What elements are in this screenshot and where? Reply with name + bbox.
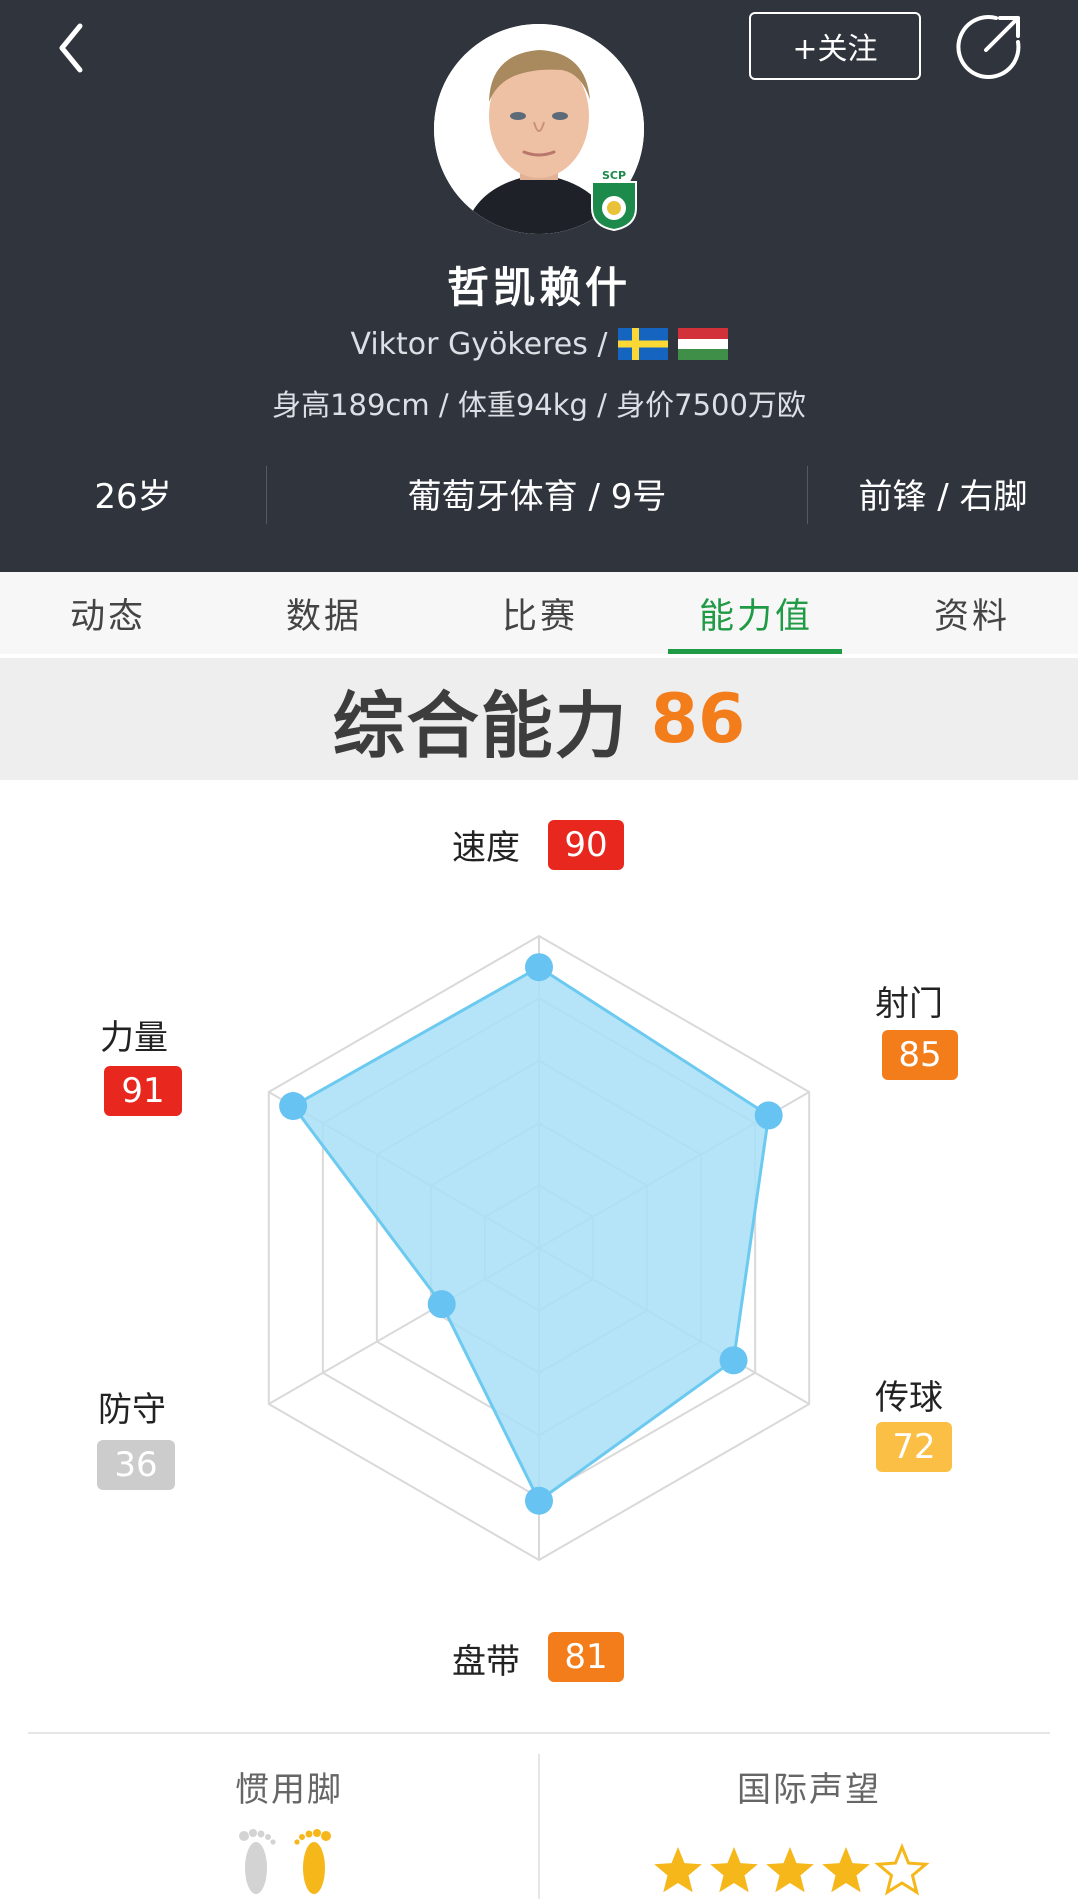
- player-stats-line: 身高189cm / 体重94kg / 身价7500万欧: [272, 388, 806, 422]
- radar-data-area: [290, 965, 771, 1503]
- attr-badge-speed: 90: [548, 820, 624, 870]
- tab-ability[interactable]: 能力值: [648, 572, 864, 654]
- tab-stats[interactable]: 数据: [216, 572, 432, 654]
- attr-label-speed: 速度: [452, 828, 520, 868]
- player-club-number[interactable]: 葡萄牙体育 / 9号: [267, 458, 807, 528]
- attr-badge-dribbling: 81: [548, 1632, 624, 1682]
- radar-point-passing: [719, 1346, 748, 1375]
- star-filled-icon: [822, 1847, 870, 1893]
- hungary-flag-icon: [677, 328, 728, 360]
- tab-news[interactable]: 动态: [0, 572, 216, 654]
- radar-point-defending: [427, 1290, 456, 1319]
- player-name-row: Viktor Gyökeres /: [0, 322, 1078, 366]
- radar-chart: [267, 934, 811, 1562]
- section-divider: [28, 1732, 1050, 1734]
- right-foot-icon: [294, 1829, 331, 1894]
- star-filled-icon: [766, 1847, 814, 1893]
- radar-point-speed: [525, 953, 553, 982]
- attr-label-dribbling: 盘带: [452, 1642, 520, 1682]
- reputation-stars: [654, 1842, 930, 1896]
- radar-point-strength: [279, 1092, 308, 1121]
- radar-point-shooting: [754, 1101, 783, 1130]
- player-name-en: Viktor Gyökeres /: [350, 326, 608, 362]
- star-filled-icon: [710, 1847, 758, 1893]
- overall-label: 综合能力: [332, 683, 629, 768]
- ability-radar: 速度 90 射门 85 传球 72 盘带 81 防守 36 力量 91: [0, 790, 1078, 1720]
- back-button[interactable]: [52, 20, 92, 76]
- follow-label: +关注: [792, 32, 878, 67]
- tab-bar: 动态 数据 比赛 能力值 资料: [0, 572, 1078, 654]
- preferred-foot-label: 惯用脚: [235, 1770, 343, 1810]
- tab-matches[interactable]: 比赛: [432, 572, 648, 654]
- preferred-foot-indicator: [239, 1829, 331, 1894]
- sweden-flag-icon: [617, 328, 668, 360]
- reputation-label: 国际声望: [737, 1770, 881, 1810]
- player-info-row: 26岁 葡萄牙体育 / 9号 前锋 / 右脚: [0, 458, 1078, 528]
- player-age: 26岁: [94, 476, 172, 517]
- attr-badge-passing: 72: [876, 1422, 952, 1472]
- attr-badge-defending: 36: [97, 1440, 175, 1490]
- attr-label-passing: 传球: [875, 1378, 943, 1418]
- player-header: +关注 SCP 哲凯赖什 Viktor Gyökeres / 身高189cm /…: [0, 0, 1078, 572]
- club-badge-icon: SCP: [588, 168, 640, 232]
- share-button[interactable]: [956, 12, 1024, 80]
- club-badge-text: SCP: [602, 169, 626, 182]
- star-empty-icon: [874, 1842, 930, 1896]
- player-name-cn: 哲凯赖什: [446, 263, 631, 312]
- tab-profile[interactable]: 资料: [864, 572, 1078, 654]
- overall-value: 86: [650, 679, 746, 759]
- overall-rating-band: 综合能力 86: [0, 658, 1078, 780]
- attr-label-shooting: 射门: [875, 984, 943, 1024]
- attr-label-strength: 力量: [100, 1018, 168, 1058]
- share-icon: [956, 15, 1021, 79]
- attr-badge-strength: 91: [104, 1066, 182, 1116]
- left-foot-icon: [239, 1829, 276, 1894]
- attr-label-defending: 防守: [98, 1390, 166, 1430]
- star-filled-icon: [654, 1847, 702, 1893]
- back-icon: [59, 23, 83, 73]
- player-position-foot: 前锋 / 右脚: [858, 476, 1028, 517]
- active-tab-indicator: [668, 649, 842, 654]
- follow-button[interactable]: +关注: [749, 12, 921, 80]
- radar-point-dribbling: [525, 1486, 553, 1515]
- attr-badge-shooting: 85: [882, 1030, 958, 1080]
